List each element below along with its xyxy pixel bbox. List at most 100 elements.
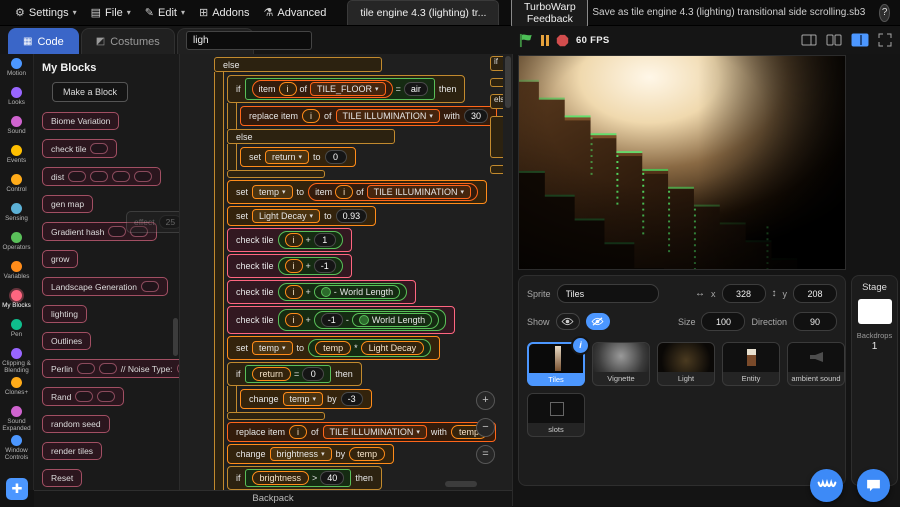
category-sound[interactable]: Sound <box>0 116 33 145</box>
clipped-block-fragment[interactable] <box>490 165 503 174</box>
category-looks[interactable]: Looks <box>0 87 33 116</box>
if-block[interactable]: ifbrightness>40thensetbrightness▾to40 <box>227 465 382 490</box>
variable-i[interactable]: i <box>284 259 303 273</box>
project-tab[interactable]: tile engine 4.3 (lighting) tr... <box>347 0 500 25</box>
variable-temp[interactable]: temp <box>315 341 352 355</box>
else-strip[interactable]: else <box>214 57 382 72</box>
category-operators[interactable]: Operators <box>0 232 33 261</box>
zoom-reset-button[interactable]: = <box>476 445 495 464</box>
category-variables[interactable]: Variables <box>0 261 33 290</box>
reporter-expression[interactable]: -1- World Length <box>313 311 440 329</box>
green-flag-icon[interactable] <box>519 33 534 48</box>
hide-sprite-button[interactable] <box>585 313 610 330</box>
palette-block-gen-map[interactable]: gen map <box>42 195 94 213</box>
menu-settings[interactable]: ⚙ Settings ▾ <box>8 0 84 26</box>
value-input[interactable]: 0.93 <box>335 209 368 223</box>
backpack-bar[interactable]: Backpack <box>34 490 512 507</box>
category-sensing[interactable]: Sensing <box>0 203 33 232</box>
dropdown-tile-illumination[interactable]: TILE ILLUMINATION ▾ <box>322 425 427 439</box>
else-strip[interactable]: else <box>227 129 395 144</box>
boolean-expression[interactable]: brightness >40 <box>244 469 352 487</box>
argument-slot[interactable] <box>90 171 109 182</box>
if-block-header[interactable]: if return = 0 then <box>227 362 362 386</box>
script-block[interactable]: replace item i of TILE ILLUMINATION ▾ with tem… <box>227 422 496 442</box>
dropdown-temp[interactable]: temp ▾ <box>252 185 293 199</box>
category-control[interactable]: Control <box>0 174 33 203</box>
argument-slot[interactable] <box>75 391 94 402</box>
block-search-input[interactable] <box>186 31 312 50</box>
argument-slot[interactable] <box>90 143 109 154</box>
split-stage-layout-icon[interactable] <box>826 34 842 46</box>
reporter-expression[interactable]: i +1 <box>277 231 343 249</box>
variable-i[interactable]: i <box>284 313 303 327</box>
value-input[interactable]: 0 <box>302 367 325 381</box>
clipped-block-fragment[interactable] <box>490 78 503 87</box>
stage-canvas[interactable] <box>518 55 846 270</box>
direction-input[interactable] <box>793 312 837 331</box>
reporter-expression[interactable]: World Length <box>351 313 433 327</box>
palette-block-effect-dimmed[interactable]: effect 25 <box>126 211 179 233</box>
help-button[interactable]: ? <box>879 3 890 22</box>
stop-icon[interactable] <box>556 34 569 47</box>
menu-file[interactable]: ▤ File ▾ <box>84 0 138 26</box>
variable-light-decay[interactable]: Light Decay <box>360 341 425 355</box>
category-my-blocks[interactable]: My Blocks <box>0 290 33 319</box>
add-extension-button[interactable]: ✚ <box>6 478 28 500</box>
value-input[interactable]: 1 <box>313 233 336 247</box>
value-input[interactable]: -3 <box>340 392 363 406</box>
sprite-card-vignette[interactable]: Vignette <box>592 342 650 386</box>
sprite-card-ambient-sound[interactable]: ambient sound <box>787 342 845 386</box>
variable-i[interactable]: i <box>278 82 297 96</box>
y-position-input[interactable] <box>793 284 837 303</box>
variable-return[interactable]: return <box>251 367 292 381</box>
variable-brightness[interactable]: brightness <box>251 471 310 485</box>
feedback-chat-button[interactable] <box>857 469 890 502</box>
category-pen[interactable]: Pen <box>0 319 33 348</box>
menu-advanced[interactable]: ⚗ Advanced <box>257 0 334 26</box>
dropdown-temp[interactable]: temp ▾ <box>282 392 324 406</box>
argument-slot[interactable] <box>76 363 95 374</box>
script-block[interactable]: set temp ▾ to item i of TILE ILLUMINATION ▾ <box>227 180 487 204</box>
sprite-card-light[interactable]: Light <box>657 342 715 386</box>
dropdown-tile-floor[interactable]: TILE_FLOOR ▾ <box>310 82 386 96</box>
dropdown-tile-illumination[interactable]: TILE ILLUMINATION ▾ <box>366 185 471 199</box>
boolean-expression[interactable]: return = 0 <box>244 365 332 383</box>
variable-i[interactable]: i <box>289 425 308 439</box>
palette-block-render-tiles[interactable]: render tiles <box>42 442 103 460</box>
variable-i[interactable]: i <box>335 185 354 199</box>
category-sound-expanded[interactable]: Sound Expanded <box>0 406 33 435</box>
value-input[interactable]: air <box>403 82 428 96</box>
argument-slot[interactable] <box>141 281 160 292</box>
small-stage-layout-icon[interactable] <box>801 34 817 46</box>
script-block[interactable]: change temp ▾ by -3 <box>240 389 372 409</box>
zoom-in-button[interactable]: + <box>476 391 495 410</box>
sprite-card-entity[interactable]: Entity <box>722 342 780 386</box>
script-block[interactable]: set temp ▾ to temp * Light Decay <box>227 336 441 360</box>
if-block-header[interactable]: if item i of TILE_FLOOR ▾ = air then <box>227 75 466 103</box>
script-block[interactable]: set return ▾ to 0 <box>240 147 356 167</box>
save-status-text[interactable]: Save as tile engine 4.3 (lighting) trans… <box>592 7 865 18</box>
script-block[interactable]: check tile i + -1- World Length <box>227 306 456 334</box>
reporter-expression[interactable]: item i of TILE ILLUMINATION ▾ <box>308 183 478 201</box>
script-block[interactable]: set Light Decay ▾ to 0.93 <box>227 206 377 226</box>
category-window-controls[interactable]: Window Controls <box>0 435 33 464</box>
argument-slot[interactable] <box>112 171 131 182</box>
stage-right-layout-icon[interactable] <box>851 33 869 47</box>
value-input[interactable]: 40 <box>320 471 345 485</box>
category-motion[interactable]: Motion <box>0 58 33 87</box>
argument-slot[interactable] <box>68 171 87 182</box>
zoom-out-button[interactable]: − <box>476 418 495 437</box>
feedback-button[interactable]: TurboWarp Feedback <box>511 0 589 29</box>
script-block[interactable]: check tile i + -1 <box>227 254 352 278</box>
tab-costumes[interactable]: ◩ Costumes <box>80 28 175 54</box>
script-block[interactable]: change brightness ▾ by temp <box>227 444 395 464</box>
fullscreen-icon[interactable] <box>878 33 892 47</box>
argument-slot[interactable] <box>98 363 117 374</box>
variable-i[interactable]: i <box>284 285 303 299</box>
tab-code[interactable]: ▦ Code <box>8 28 79 54</box>
argument-slot[interactable] <box>134 171 153 182</box>
sprite-card-slots[interactable]: slots <box>527 393 585 437</box>
palette-block-dist[interactable]: dist <box>42 167 162 186</box>
clipped-block-fragment[interactable]: else <box>490 94 503 109</box>
palette-scrollbar[interactable] <box>173 318 178 356</box>
